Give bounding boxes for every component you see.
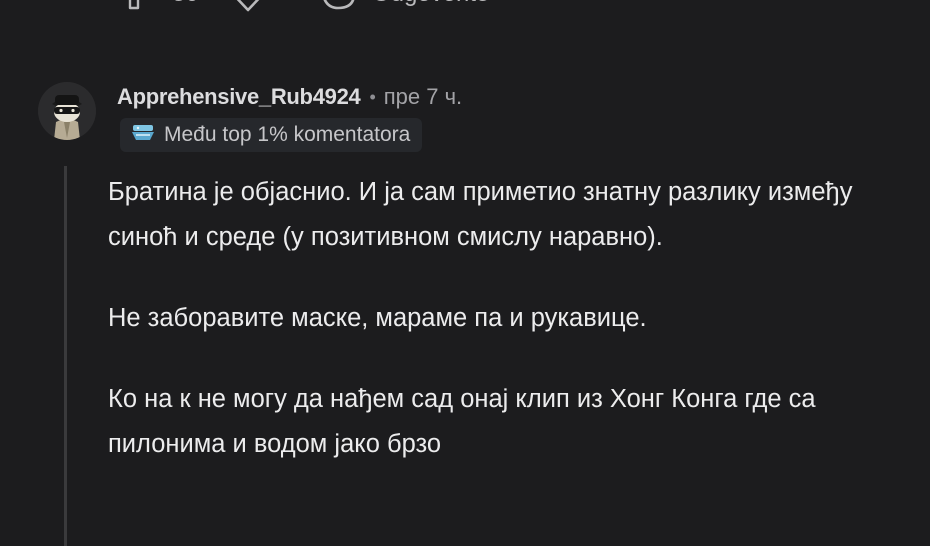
comment-header: Apprehensive_Rub4924 • пре 7 ч.	[117, 82, 462, 112]
username-link[interactable]: Apprehensive_Rub4924	[117, 84, 361, 110]
flair-label: Među top 1% komentatora	[164, 123, 411, 146]
comment-body: Братина је објаснио. И ја сам приметио з…	[108, 170, 898, 503]
timestamp: пре 7 ч.	[383, 84, 463, 109]
comment-paragraph: Ко на к не могу да нађем сад онај клип и…	[108, 385, 816, 458]
snoo-avatar-icon[interactable]	[38, 82, 96, 140]
comment-paragraph: Братина је објаснио. И ја сам приметио з…	[108, 178, 853, 251]
top-commenter-badge-icon	[130, 123, 156, 148]
user-flair[interactable]: Među top 1% komentatora	[120, 118, 423, 152]
comment: Apprehensive_Rub4924 • пре 7 ч. Među top…	[0, 0, 930, 546]
comment-paragraph: Не заборавите маске, мараме па и рукавиц…	[108, 304, 647, 332]
separator-dot: •	[369, 86, 376, 107]
thread-collapse-line[interactable]	[64, 166, 67, 546]
